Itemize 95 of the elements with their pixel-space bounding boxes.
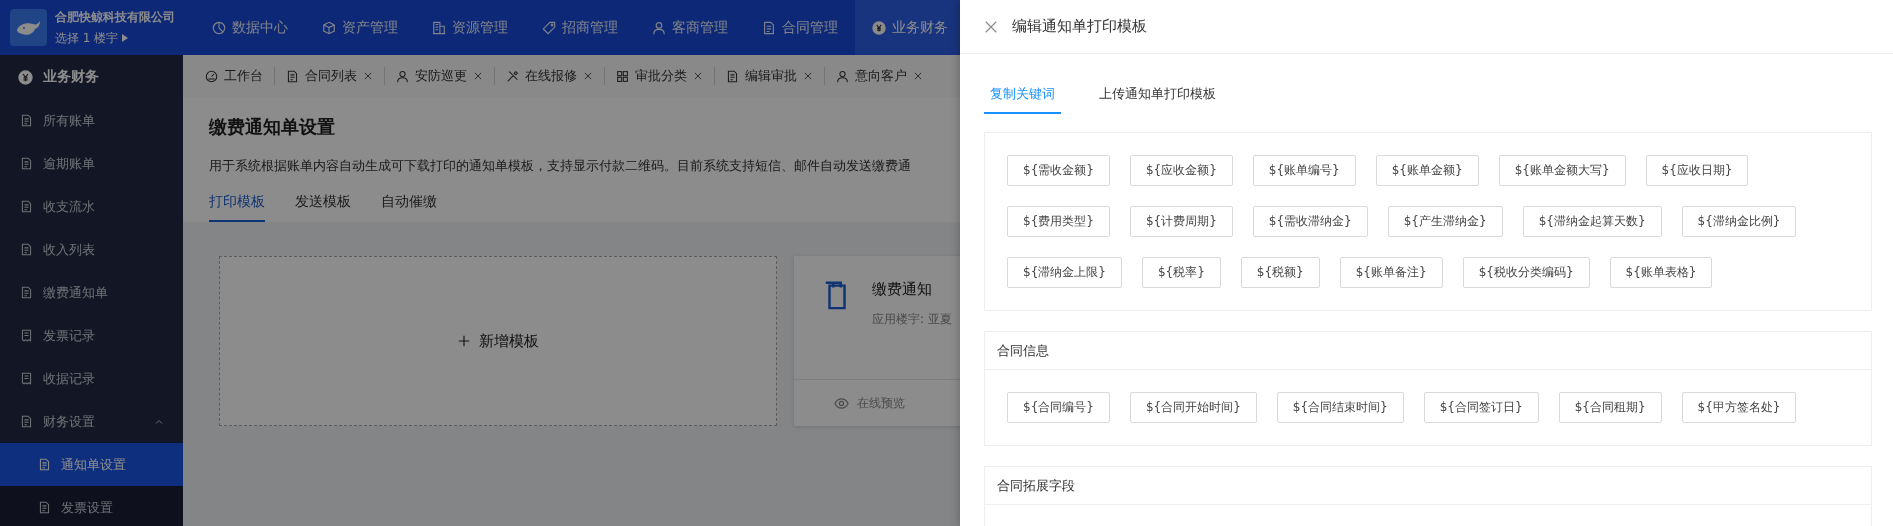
close-icon <box>984 19 998 34</box>
sidebar-item[interactable]: 收入列表 <box>0 228 183 271</box>
page-tab[interactable]: 在线报修 <box>494 67 604 85</box>
sidebar-item[interactable]: 收支流水 <box>0 185 183 228</box>
whale-logo <box>10 9 47 46</box>
keyword-button[interactable]: ${产生滞纳金} <box>1387 206 1503 237</box>
content-tab[interactable]: 打印模板 <box>209 193 265 222</box>
page-title: 缴费通知单设置 <box>209 115 336 139</box>
sidebar-item[interactable]: 缴费通知单 <box>0 271 183 314</box>
page-tab[interactable]: 安防巡更 <box>384 67 494 85</box>
nav-item[interactable]: 资源管理 <box>415 0 525 55</box>
document-icon <box>286 69 299 83</box>
sidebar-item[interactable]: 发票设置 <box>0 486 183 526</box>
document-icon <box>762 20 776 35</box>
eye-icon <box>834 395 849 411</box>
sidebar-item[interactable]: 财务设置 <box>0 400 183 443</box>
sidebar-item[interactable]: 通知单设置 <box>0 443 183 486</box>
keyword-button[interactable]: ${税率} <box>1141 257 1221 288</box>
drawer-tab[interactable]: 复制关键词 <box>984 84 1061 114</box>
user-icon <box>836 69 849 83</box>
wrench-icon <box>506 69 519 83</box>
grid-icon <box>616 69 629 83</box>
user-icon <box>652 20 666 35</box>
document-icon <box>38 501 51 514</box>
caret-icon <box>122 34 129 42</box>
plus-icon <box>457 334 471 348</box>
nav-item[interactable]: 招商管理 <box>525 0 635 55</box>
nav-item[interactable]: 合同管理 <box>745 0 855 55</box>
document-icon <box>38 458 51 471</box>
page-tab[interactable]: 审批分类 <box>604 67 714 85</box>
company-name: 合肥快鲸科技有限公司 <box>55 8 175 26</box>
keyword-button[interactable]: ${滞纳金比例} <box>1681 206 1797 237</box>
document-icon <box>20 157 33 170</box>
gauge-icon <box>205 69 218 83</box>
user-icon <box>396 69 409 83</box>
keyword-button[interactable]: ${需收金额} <box>1007 155 1110 186</box>
drawer-tab[interactable]: 上传通知单打印模板 <box>1093 84 1222 114</box>
receipt-icon <box>20 329 33 342</box>
content-tab[interactable]: 发送模板 <box>295 193 351 222</box>
content-tab[interactable]: 自动催缴 <box>381 193 437 222</box>
receipt-icon <box>20 372 33 385</box>
keyword-button[interactable]: ${计费周期} <box>1129 206 1233 237</box>
page-tab[interactable]: 意向客户 <box>824 67 934 85</box>
document-icon <box>20 114 33 127</box>
keyword-button[interactable]: ${滞纳金上限} <box>1007 257 1122 288</box>
keyword-button[interactable]: ${账单表格} <box>1609 257 1713 288</box>
close-button[interactable] <box>984 19 998 34</box>
keyword-button[interactable]: ${合同结束时间} <box>1276 392 1404 423</box>
document-icon <box>20 415 33 428</box>
document-icon <box>20 200 33 213</box>
building-icon <box>432 20 446 35</box>
tag-icon <box>542 20 556 35</box>
nav-item[interactable]: 数据中心 <box>195 0 305 55</box>
keyword-button[interactable]: ${合同开始时间} <box>1129 392 1257 423</box>
keyword-button[interactable]: ${账单金额大写} <box>1498 155 1626 186</box>
page-tab[interactable]: 合同列表 <box>274 67 384 85</box>
keyword-button[interactable]: ${合同租期} <box>1558 392 1662 423</box>
page-tab[interactable]: 工作台 <box>205 67 274 85</box>
cube-icon <box>322 20 336 35</box>
yen-icon <box>18 69 33 85</box>
keyword-button[interactable]: ${应收金额} <box>1129 155 1233 186</box>
page-tab[interactable]: 编辑审批 <box>714 67 824 85</box>
card-subtitle: 应用楼宇: 亚夏 <box>872 311 952 328</box>
keyword-button[interactable]: ${滞纳金起算天数} <box>1522 206 1662 237</box>
sidebar-item[interactable]: 逾期账单 <box>0 142 183 185</box>
building-selector[interactable]: 选择 1 楼宇 <box>55 29 175 47</box>
document-icon <box>20 286 33 299</box>
preview-link[interactable]: 在线预览 <box>828 393 911 413</box>
keyword-button[interactable]: ${合同签订日} <box>1423 392 1539 423</box>
sidebar-item[interactable]: 发票记录 <box>0 314 183 357</box>
sidebar-section-title: 业务财务 <box>43 68 99 86</box>
document-icon <box>20 243 33 256</box>
pie-chart-icon <box>212 20 226 35</box>
card-title: 缴费通知 <box>872 280 933 299</box>
nav-item[interactable]: 资产管理 <box>305 0 415 55</box>
sidebar-item[interactable]: 收据记录 <box>0 357 183 400</box>
document-icon <box>726 69 739 83</box>
keyword-button[interactable]: ${费用类型} <box>1007 206 1110 237</box>
keyword-button[interactable]: ${税额} <box>1240 257 1320 288</box>
sidebar-item[interactable]: 所有账单 <box>0 99 183 142</box>
keyword-button[interactable]: ${账单金额} <box>1375 155 1479 186</box>
group-title: 合同信息 <box>985 332 1871 370</box>
nav-item[interactable]: 客商管理 <box>635 0 745 55</box>
drawer-title: 编辑通知单打印模板 <box>1012 17 1147 36</box>
page-description: 用于系统根据账单内容自动生成可下载打印的通知单模板，支持显示付款二维码。目前系统支持短信、邮件自动发送缴费通 <box>209 157 911 175</box>
keyword-button[interactable]: ${合同编号} <box>1007 392 1110 423</box>
new-template-button[interactable]: 新增模板 <box>219 256 777 426</box>
keyword-button[interactable]: ${账单编号} <box>1252 155 1356 186</box>
keyword-button[interactable]: ${甲方签名处} <box>1681 392 1797 423</box>
keyword-button[interactable]: ${应收日期} <box>1645 155 1749 186</box>
keyword-button[interactable]: ${税收分类编码} <box>1462 257 1590 288</box>
yen-icon <box>872 20 886 35</box>
group-title: 合同拓展字段 <box>985 467 1871 505</box>
keyword-button[interactable]: ${账单备注} <box>1339 257 1443 288</box>
keyword-button[interactable]: ${需收滞纳金} <box>1252 206 1368 237</box>
